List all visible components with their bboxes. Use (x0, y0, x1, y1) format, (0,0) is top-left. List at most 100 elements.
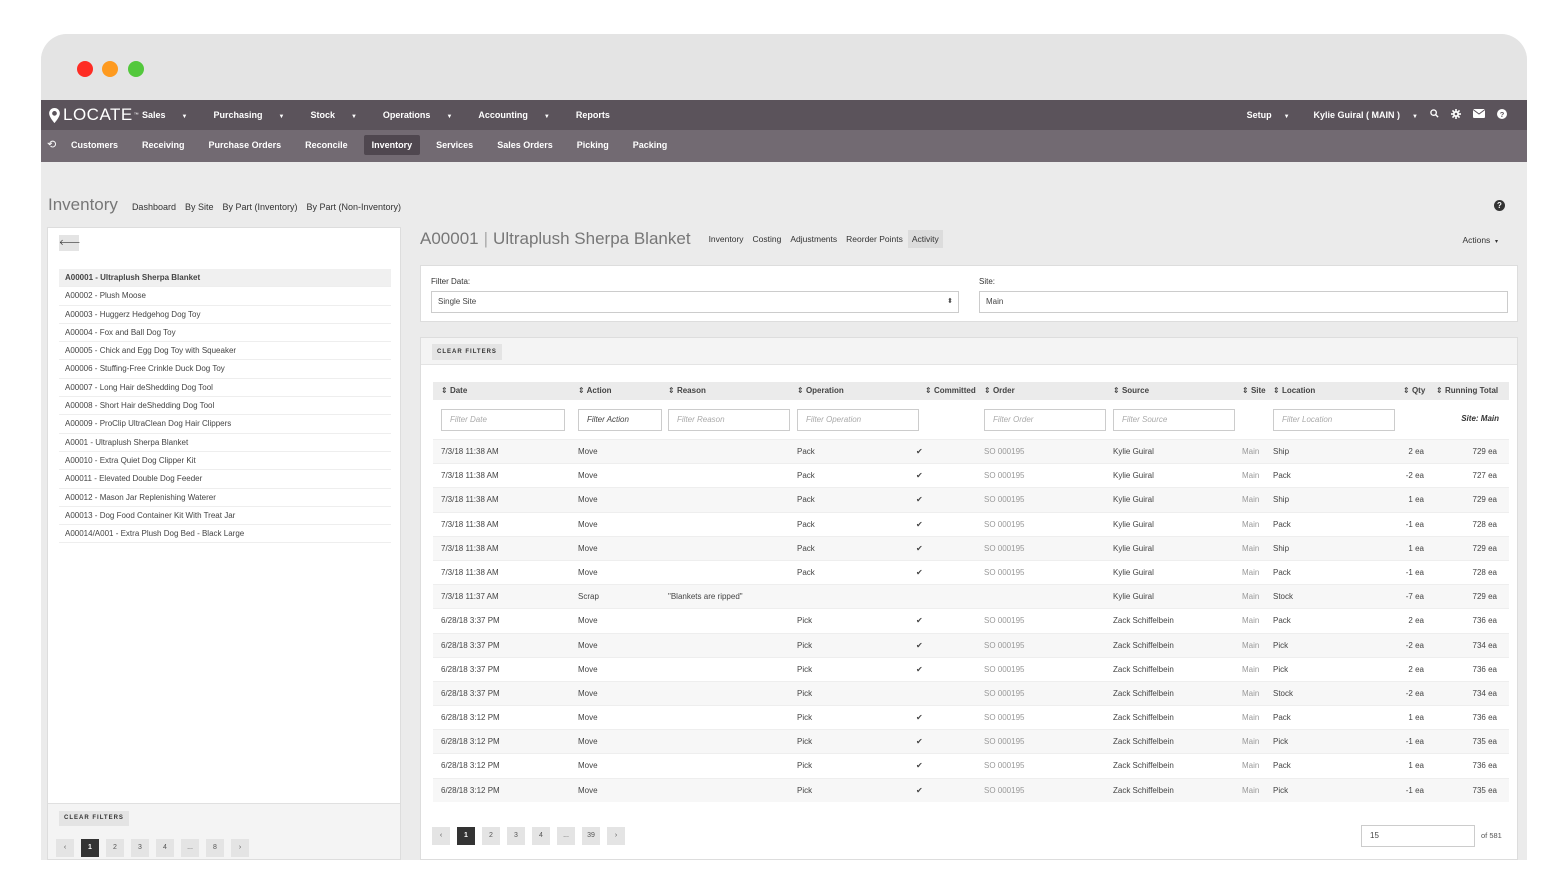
table-row[interactable]: 6/28/18 3:12 PM Move Pick ✔ SO 000195 Zack Sc… (433, 705, 1509, 729)
page-button[interactable]: 4 (156, 839, 174, 857)
close-window-button[interactable] (77, 61, 93, 77)
table-row[interactable]: 7/3/18 11:38 AM Move Pack ✔ SO 000195 Kylie G… (433, 439, 1509, 464)
column-header-site[interactable]: ⇕ Site (1242, 382, 1266, 400)
column-header-order[interactable]: ⇕ Order (984, 382, 1015, 400)
page-button[interactable]: 3 (131, 839, 149, 857)
maximize-window-button[interactable] (128, 61, 144, 77)
minimize-window-button[interactable] (102, 61, 118, 77)
table-row[interactable]: 7/3/18 11:38 AM Move Pack ✔ SO 000195 Kylie G… (433, 487, 1509, 512)
site-input[interactable]: Main (979, 291, 1508, 313)
table-clear-filters-button[interactable]: CLEAR FILTERS (432, 344, 502, 360)
subnav-purchase-orders[interactable]: Purchase Orders (201, 135, 290, 155)
subnav-packing[interactable]: Packing (625, 135, 676, 155)
column-header-location[interactable]: ⇕ Location (1273, 382, 1315, 400)
filter-action-input[interactable]: Filter Action (578, 409, 662, 431)
table-row[interactable]: 6/28/18 3:12 PM Move Pick ✔ SO 000195 Zack Sc… (433, 729, 1509, 754)
menu-reports[interactable]: Reports (576, 110, 623, 120)
back-button[interactable]: 🡐 (59, 235, 80, 251)
page-link-by-site[interactable]: By Site (185, 202, 214, 212)
column-header-action[interactable]: ⇕ Action (578, 382, 612, 400)
table-row[interactable]: 6/28/18 3:12 PM Move Pick ✔ SO 000195 Zack Sc… (433, 753, 1509, 777)
filter-date-input[interactable]: Filter Date (441, 409, 565, 431)
subnav-customers[interactable]: Customers (63, 135, 126, 155)
page-button[interactable]: 2 (482, 827, 500, 845)
tab-adjustments[interactable]: Adjustments (786, 230, 841, 248)
setup-menu[interactable]: Setup ▼ (1235, 110, 1290, 120)
menu-sales[interactable]: Sales ▼ (142, 110, 200, 120)
table-row[interactable]: 6/28/18 3:37 PM Move Pick ✔ SO 000195 Zack Sc… (433, 656, 1509, 682)
menu-purchasing[interactable]: Purchasing ▼ (213, 110, 297, 120)
page-button[interactable]: › (231, 839, 249, 857)
part-list-item[interactable]: A00004 - Fox and Ball Dog Toy (59, 324, 391, 343)
help-icon[interactable]: ? (1497, 108, 1507, 122)
subnav-picking[interactable]: Picking (569, 135, 617, 155)
table-row[interactable]: 6/28/18 3:12 PM Move Pick ✔ SO 000195 Zack Sc… (433, 777, 1509, 803)
user-menu[interactable]: Kylie Guiral ( MAIN ) ▼ (1302, 110, 1418, 120)
cell-order[interactable]: SO 000195 (984, 561, 1024, 585)
page-button[interactable]: 4 (532, 827, 550, 845)
part-list-item[interactable]: A00009 - ProClip UltraClean Dog Hair Cli… (59, 415, 391, 434)
table-row[interactable]: 6/28/18 3:37 PM Move Pick ✔ SO 000195 Zack Sc… (433, 608, 1509, 632)
tab-reorder-points[interactable]: Reorder Points (842, 230, 907, 248)
part-list-item[interactable]: A00014/A001 - Extra Plush Dog Bed - Blac… (59, 525, 391, 544)
part-list-item[interactable]: A00011 - Elevated Double Dog Feeder (59, 470, 391, 489)
page-link-dashboard[interactable]: Dashboard (132, 202, 176, 212)
page-button[interactable]: 3 (507, 827, 525, 845)
column-header-qty[interactable]: ⇕ Qty (1403, 382, 1425, 400)
subnav-receiving[interactable]: Receiving (134, 135, 193, 155)
page-button[interactable]: 1 (81, 839, 99, 857)
page-button[interactable]: ‹ (432, 827, 450, 845)
part-list-item[interactable]: A00013 - Dog Food Container Kit With Tre… (59, 507, 391, 526)
cell-order[interactable]: SO 000195 (984, 779, 1024, 803)
envelope-icon[interactable] (1472, 109, 1486, 121)
filter-location-input[interactable]: Filter Location (1273, 409, 1395, 431)
subnav-inventory[interactable]: Inventory (363, 135, 421, 155)
cell-order[interactable]: SO 000195 (984, 464, 1024, 488)
filter-data-select[interactable]: Single Site ⬍ (431, 291, 959, 313)
part-list-item[interactable]: A00012 - Mason Jar Replenishing Waterer (59, 489, 391, 507)
column-header-source[interactable]: ⇕ Source (1113, 382, 1149, 400)
page-button[interactable]: › (607, 827, 625, 845)
column-header-running-total[interactable]: ⇕ Running Total (1436, 382, 1498, 400)
menu-stock[interactable]: Stock ▼ (310, 110, 369, 120)
cell-order[interactable]: SO 000195 (984, 609, 1024, 633)
page-button[interactable]: 1 (457, 827, 475, 845)
column-header-date[interactable]: ⇕ Date (441, 382, 467, 400)
column-header-committed[interactable]: ⇕ Committed (925, 382, 976, 400)
column-header-operation[interactable]: ⇕ Operation (797, 382, 844, 400)
menu-operations[interactable]: Operations ▼ (383, 110, 465, 120)
cell-order[interactable]: SO 000195 (984, 634, 1024, 658)
gear-icon[interactable] (1451, 108, 1461, 122)
table-row[interactable]: 6/28/18 3:37 PM Move Pick ✔ SO 000195 Zack Sc… (433, 632, 1509, 658)
part-list-item[interactable]: A00010 - Extra Quiet Dog Clipper Kit (59, 452, 391, 471)
filter-source-input[interactable]: Filter Source (1113, 409, 1235, 431)
cell-order[interactable]: SO 000195 (984, 754, 1024, 778)
table-row[interactable]: 7/3/18 11:37 AM Scrap "Blankets are ripped… (433, 584, 1509, 609)
part-list-item[interactable]: A00002 - Plush Moose (59, 287, 391, 306)
page-button[interactable]: ... (181, 839, 199, 857)
search-icon[interactable] (1430, 109, 1439, 121)
column-header-reason[interactable]: ⇕ Reason (668, 382, 706, 400)
locate-logo[interactable]: LOCATE ™ (49, 105, 139, 125)
part-list-item[interactable]: A00006 - Stuffing-Free Crinkle Duck Dog … (59, 360, 391, 379)
filter-operation-input[interactable]: Filter Operation (797, 409, 919, 431)
subnav-reconcile[interactable]: Reconcile (297, 135, 356, 155)
tab-costing[interactable]: Costing (749, 230, 786, 248)
page-help-icon[interactable]: ? (1494, 200, 1505, 211)
cell-order[interactable]: SO 000195 (984, 488, 1024, 512)
page-button[interactable]: 8 (206, 839, 224, 857)
history-icon[interactable]: ⟲ (47, 138, 56, 151)
part-list-item[interactable]: A00001 - Ultraplush Sherpa Blanket (59, 269, 391, 288)
cell-order[interactable]: SO 000195 (984, 658, 1024, 682)
cell-order[interactable]: SO 000195 (984, 537, 1024, 561)
part-list-item[interactable]: A00003 - Huggerz Hedgehog Dog Toy (59, 306, 391, 324)
tab-inventory[interactable]: Inventory (705, 230, 748, 248)
page-button[interactable]: 2 (106, 839, 124, 857)
page-link-by-part-non-inventory[interactable]: By Part (Non-Inventory) (307, 202, 402, 212)
table-row[interactable]: 7/3/18 11:38 AM Move Pack ✔ SO 000195 Kylie G… (433, 535, 1509, 561)
table-row[interactable]: 6/28/18 3:37 PM Move Pick SO 000195 Zack Sch… (433, 680, 1509, 706)
table-row[interactable]: 7/3/18 11:38 AM Move Pack ✔ SO 000195 Kylie G… (433, 559, 1509, 585)
table-row[interactable]: 7/3/18 11:38 AM Move Pack ✔ SO 000195 Kylie G… (433, 463, 1509, 487)
table-row[interactable]: 7/3/18 11:38 AM Move Pack ✔ SO 000195 Kylie G… (433, 511, 1509, 536)
part-list-item[interactable]: A0001 - Ultraplush Sherpa Blanket (59, 434, 391, 452)
